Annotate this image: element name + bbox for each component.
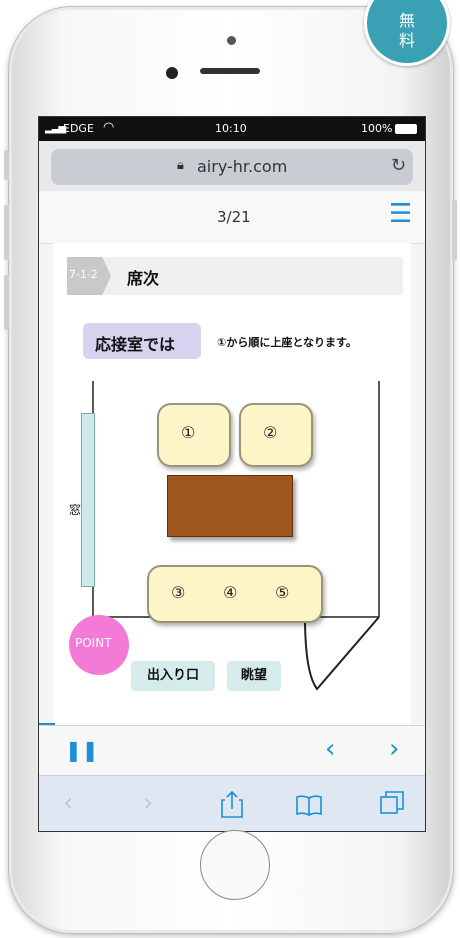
forward-icon[interactable]: ›	[143, 788, 153, 818]
wifi-icon: ◠	[103, 120, 115, 135]
room-label: 応接室では	[83, 323, 201, 359]
hamburger-menu-icon[interactable]: ☰	[389, 201, 412, 227]
slide-content: 7-1-2 席次 応接室では ①から順に上座となります。 窓 ① ② ③ ④ ⑤…	[53, 243, 411, 727]
seat-2-label: ②	[263, 423, 278, 442]
chevron-left-icon[interactable]: ‹	[325, 734, 335, 764]
clock: 10:10	[215, 122, 247, 135]
browser-toolbar: ‹ ›	[39, 775, 425, 831]
url-bar: 🔒︎ airy-hr.com ↻	[39, 141, 425, 191]
door-swing	[304, 616, 380, 691]
instruction-text: ①から順に上座となります。	[217, 336, 357, 349]
window-label: 窓	[69, 503, 82, 517]
share-icon[interactable]	[221, 790, 243, 818]
seat-3-label: ③	[171, 583, 186, 602]
seat-5-label: ⑤	[275, 583, 290, 602]
pause-icon[interactable]: ❚❚	[65, 738, 99, 762]
room-label-text: 応接室では	[95, 335, 176, 354]
back-icon[interactable]: ‹	[63, 788, 73, 818]
front-camera	[166, 67, 178, 79]
seat-1-label: ①	[181, 423, 196, 442]
battery-icon	[395, 124, 417, 134]
view-tag: 眺望	[227, 661, 281, 691]
section-number-tab: 7-1-2	[67, 257, 111, 295]
seat-4-label: ④	[223, 583, 238, 602]
section-title: 席次	[127, 269, 160, 288]
tabs-icon[interactable]	[379, 790, 405, 816]
window	[81, 413, 95, 587]
section-header	[67, 257, 403, 295]
armchair-2: ②	[239, 403, 313, 467]
section-number: 7-1-2	[69, 268, 98, 281]
point-label: POINT	[75, 636, 112, 650]
phone-screen: ▂▃▅ EDGE ◠ 10:10 100% 🔒︎ airy-hr.com ↻ 3…	[38, 116, 426, 832]
point-bubble: POINT	[69, 615, 129, 675]
mute-switch	[4, 150, 9, 180]
volume-down-button	[4, 275, 9, 330]
entrance-tag: 出入り口	[131, 661, 215, 691]
slide-toolbar: ❚❚ ‹ ›	[39, 725, 425, 776]
lock-icon: 🔒︎	[177, 158, 184, 173]
url-text: airy-hr.com	[197, 157, 288, 176]
chevron-right-icon[interactable]: ›	[389, 734, 399, 764]
camera-dot	[227, 36, 236, 45]
page-header: 3/21 ☰	[39, 191, 425, 244]
carrier-label: EDGE	[63, 122, 94, 135]
volume-up-button	[4, 205, 9, 260]
armchair-1: ①	[157, 403, 231, 467]
sofa: ③ ④ ⑤	[147, 565, 323, 623]
reload-icon[interactable]: ↻	[391, 155, 406, 176]
status-bar: ▂▃▅ EDGE ◠ 10:10 100%	[39, 117, 425, 141]
table	[167, 475, 293, 537]
battery-percent: 100%	[361, 122, 393, 135]
url-field[interactable]: 🔒︎ airy-hr.com ↻	[51, 149, 413, 185]
earpiece-speaker	[200, 68, 260, 74]
book-icon[interactable]	[295, 794, 323, 816]
badge-line2: 料	[398, 31, 415, 50]
power-button	[452, 200, 457, 260]
page-indicator: 3/21	[217, 208, 251, 226]
home-button[interactable]	[200, 830, 270, 900]
